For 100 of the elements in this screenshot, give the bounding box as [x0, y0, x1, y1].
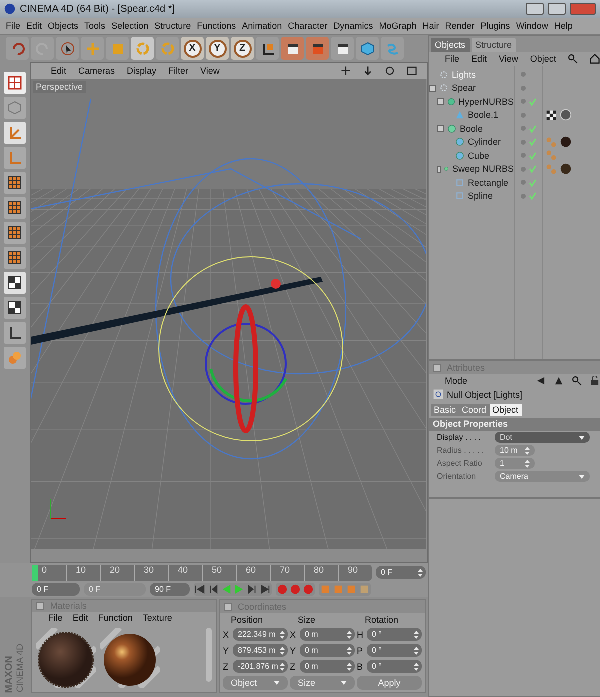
- maximize-button[interactable]: [548, 3, 566, 15]
- menu-item[interactable]: Selection: [112, 21, 149, 31]
- menu-item[interactable]: View: [499, 54, 518, 64]
- axis-lock-button[interactable]: X: [181, 37, 204, 60]
- attribute-tab[interactable]: Basic: [431, 404, 460, 416]
- spinner-arrows-icon[interactable]: [414, 662, 419, 670]
- current-frame-field[interactable]: 0 F: [376, 566, 426, 579]
- menu-item[interactable]: Edit: [51, 66, 67, 76]
- polygon-mode-button[interactable]: [4, 222, 26, 244]
- panel-checkbox[interactable]: [224, 602, 232, 610]
- spinner-arrows-icon[interactable]: [347, 646, 352, 654]
- menu-item[interactable]: Edit: [472, 54, 488, 64]
- position-field[interactable]: 879.453 m: [233, 644, 288, 657]
- menu-item[interactable]: File: [48, 612, 63, 623]
- object-name[interactable]: HyperNURBS: [458, 96, 514, 107]
- playback-icon[interactable]: [234, 584, 245, 595]
- spinner-arrows-icon[interactable]: [525, 446, 530, 454]
- spinner-arrows-icon[interactable]: [414, 646, 419, 654]
- polygon-mode-button[interactable]: [4, 172, 26, 194]
- record-icon[interactable]: [290, 584, 301, 595]
- spinner-arrows-icon[interactable]: [414, 630, 419, 638]
- visibility-dot[interactable]: [521, 194, 526, 199]
- object-name[interactable]: Spline: [468, 191, 494, 202]
- expand-toggle[interactable]: [437, 125, 444, 132]
- menu-item[interactable]: Render: [445, 21, 475, 31]
- menu-item[interactable]: View: [200, 66, 220, 76]
- visibility-dot[interactable]: [521, 166, 526, 172]
- mode-dropdown[interactable]: Size: [290, 676, 355, 690]
- playback-icon[interactable]: [247, 584, 258, 595]
- visibility-dot[interactable]: [521, 180, 526, 186]
- dropdown-arrow-icon[interactable]: [274, 681, 280, 685]
- spinner-arrows-icon[interactable]: [525, 460, 530, 468]
- rotation-field[interactable]: 0 °: [367, 628, 422, 641]
- object-mode-button[interactable]: [4, 122, 26, 144]
- check-icon[interactable]: [529, 98, 537, 106]
- rotate-tool-button[interactable]: [131, 37, 154, 60]
- position-field[interactable]: -201.876 m: [233, 660, 288, 673]
- playback-icon[interactable]: [221, 584, 232, 595]
- end-frame-field[interactable]: 90 F: [150, 583, 190, 596]
- menu-item[interactable]: Tools: [84, 21, 106, 31]
- visibility-dot[interactable]: [521, 140, 526, 145]
- playback-icon[interactable]: [260, 584, 271, 595]
- expand-toggle[interactable]: [437, 166, 442, 173]
- dropdown-arrow-icon[interactable]: [341, 681, 347, 685]
- attribute-tab[interactable]: Coord: [459, 404, 490, 416]
- scrollbar[interactable]: [206, 628, 212, 682]
- playhead[interactable]: [32, 564, 38, 580]
- menu-item[interactable]: Objects: [48, 21, 79, 31]
- render-settings-button[interactable]: [331, 37, 354, 60]
- spinner-arrows-icon[interactable]: [347, 662, 352, 670]
- size-field[interactable]: 0 m: [300, 644, 355, 657]
- menu-item[interactable]: Structure: [154, 21, 192, 31]
- menu-item[interactable]: Object: [530, 54, 556, 64]
- polygon-mode-button[interactable]: [4, 247, 26, 269]
- visibility-dot[interactable]: [521, 86, 526, 91]
- axis-lock-button[interactable]: Z: [231, 37, 254, 60]
- undo-button[interactable]: [6, 37, 29, 60]
- object-name[interactable]: Rectangle: [468, 178, 509, 188]
- rotation-field[interactable]: 0 °: [367, 660, 422, 673]
- menu-item[interactable]: Functions: [197, 21, 236, 31]
- menu-item[interactable]: Edit: [26, 21, 42, 31]
- check-icon[interactable]: [529, 178, 537, 187]
- check-icon[interactable]: [529, 124, 537, 133]
- size-field[interactable]: 0 m: [300, 628, 355, 641]
- panel-tab[interactable]: Objects: [431, 38, 470, 52]
- apply-button[interactable]: Apply: [357, 676, 422, 690]
- workplane-button[interactable]: [4, 297, 26, 319]
- menu-item[interactable]: MoGraph: [379, 21, 417, 31]
- menu-item[interactable]: Dynamics: [334, 21, 374, 31]
- object-name[interactable]: Sweep NURBS: [452, 164, 514, 174]
- check-icon[interactable]: [529, 165, 537, 174]
- menu-item[interactable]: Cameras: [78, 66, 116, 76]
- object-name[interactable]: Cylinder: [468, 137, 502, 148]
- menu-item[interactable]: Filter: [168, 66, 189, 76]
- record-icon[interactable]: [277, 584, 288, 595]
- panel-tab[interactable]: Structure: [472, 38, 516, 52]
- texture-mode-button[interactable]: [4, 272, 26, 294]
- coordinate-system-button[interactable]: [256, 37, 279, 60]
- size-field[interactable]: 0 m: [300, 660, 355, 673]
- menu-item[interactable]: File: [6, 21, 21, 31]
- position-field[interactable]: 222.349 m: [233, 628, 288, 641]
- menu-item[interactable]: Plugins: [480, 21, 510, 31]
- visibility-dot[interactable]: [521, 112, 526, 118]
- dropdown-arrow-icon[interactable]: [579, 436, 585, 440]
- check-icon[interactable]: [529, 192, 537, 200]
- menu-item[interactable]: File: [445, 54, 460, 64]
- polygon-mode-button[interactable]: [4, 197, 26, 219]
- material-preview[interactable]: [36, 628, 96, 688]
- panel-checkbox[interactable]: [36, 602, 44, 610]
- timeline-ruler[interactable]: 0 10 20 30 40 50 60 70 80 90: [32, 564, 372, 580]
- dropdown-field[interactable]: Dot: [495, 432, 590, 443]
- visibility-dot[interactable]: [521, 72, 526, 78]
- visibility-dot[interactable]: [521, 153, 526, 158]
- menu-item[interactable]: Window: [516, 21, 548, 31]
- menu-item[interactable]: Animation: [242, 21, 282, 31]
- menu-item[interactable]: Help: [554, 21, 573, 31]
- menu-item[interactable]: Hair: [422, 21, 440, 31]
- object-name[interactable]: Boole.1: [468, 110, 499, 120]
- render-view-button[interactable]: [281, 37, 304, 60]
- check-icon[interactable]: [529, 152, 537, 160]
